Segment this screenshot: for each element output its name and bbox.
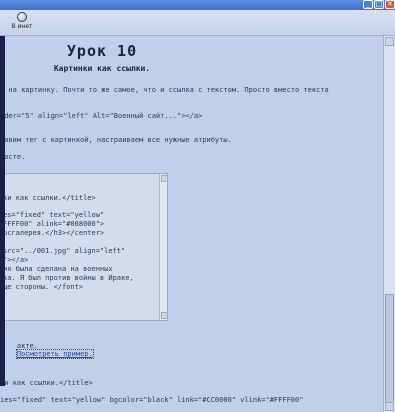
scrollbar-thumb[interactable] (385, 294, 394, 404)
example-link[interactable]: Посмотреть пример. (15, 349, 94, 359)
internet-button[interactable]: В инет (6, 11, 38, 33)
text-line: rder="5" align="left" Alt="Военный сайт.… (0, 112, 203, 120)
close-button[interactable]: ✕ (385, 0, 395, 9)
code-line: "></a> (3, 256, 29, 264)
code-line: ия была сделана на военных (3, 265, 113, 273)
internet-button-label: В инет (11, 23, 33, 30)
text-line: у на картинку. Почти то же самое, что и … (0, 86, 329, 94)
scroll-up-arrow-icon[interactable] (385, 37, 394, 46)
code-scrollbar[interactable] (159, 174, 167, 320)
globe-icon (17, 12, 27, 22)
code-line: ще стороны. </font> (3, 283, 84, 291)
scroll-up-arrow-icon[interactable] (161, 175, 167, 182)
page-title: Урок 10 (66, 42, 138, 60)
maximize-button[interactable]: □ (374, 0, 384, 9)
left-frame-edge (0, 36, 5, 386)
document-content: Урок 10 Картинки как ссылки. у на картин… (0, 36, 383, 412)
code-line: осгалерея.</h3></center> (3, 229, 105, 237)
page-subtitle: Картинки как ссылки. (53, 64, 151, 73)
text-line: ки как ссылки.</title> (0, 379, 93, 387)
window-titlebar: _ □ ✕ (0, 0, 395, 10)
code-line: ка. Я был против войны в Ираке, (3, 274, 134, 282)
minimize-button[interactable]: _ (363, 0, 373, 9)
code-line: ки как ссылки.</title> (3, 194, 96, 202)
toolbar: В инет (0, 10, 395, 36)
page-scrollbar[interactable] (383, 36, 395, 412)
scroll-down-arrow-icon[interactable] (161, 312, 167, 319)
code-line: es="fixed" text="yellow" (3, 211, 105, 219)
code-listing: ки как ссылки.</title> es="fixed" text="… (0, 173, 168, 321)
code-line: FFFF00" alink="#008000"> (3, 220, 105, 228)
code-line: src="../001.jpg" align="left" (3, 247, 126, 255)
text-line: тавим тег с картинкой, настраиваем все н… (0, 136, 232, 144)
scroll-down-arrow-icon[interactable] (385, 402, 394, 411)
example-text: акте. (16, 342, 38, 350)
example-line: акте. Посмотреть пример. (0, 334, 94, 366)
text-line: ies="fixed" text="yellow" bgcolor="black… (0, 396, 304, 404)
